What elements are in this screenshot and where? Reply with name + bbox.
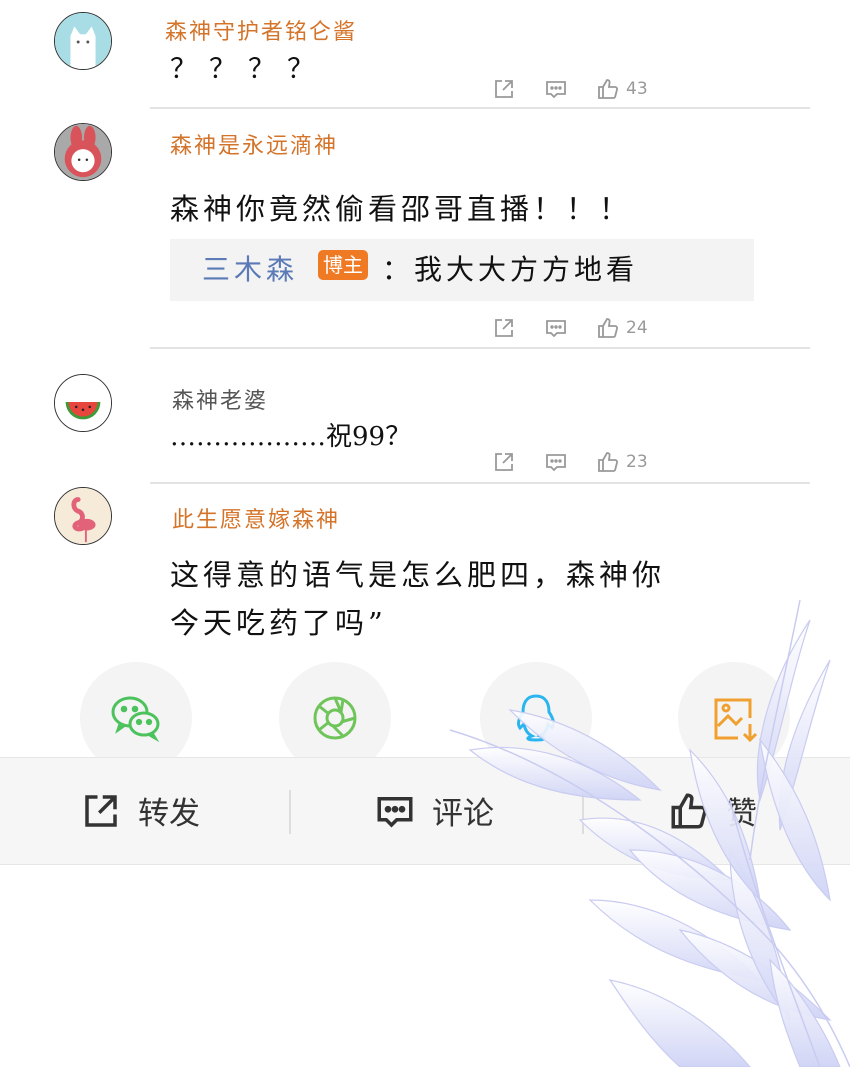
comment-icon — [377, 796, 413, 827]
comment-actions: 24 — [492, 316, 648, 340]
comment-text: 森神你竟然偷看邵哥直播！！！ — [170, 192, 633, 226]
save-image-icon — [714, 698, 758, 743]
watermelon-avatar-icon — [55, 375, 111, 431]
like-label: 赞 — [726, 796, 757, 832]
like-count: 24 — [626, 318, 648, 338]
comment-icon[interactable] — [544, 316, 568, 340]
avatar[interactable] — [54, 123, 112, 181]
like-count: 43 — [626, 79, 648, 99]
bunny-avatar-icon — [55, 124, 111, 180]
reply-text: ：我大大方方地看 — [382, 253, 639, 286]
like-icon[interactable] — [596, 316, 620, 340]
repost-icon[interactable] — [492, 77, 516, 101]
repost-icon[interactable] — [492, 450, 516, 474]
like-count: 23 — [626, 452, 648, 472]
comment-actions: 43 — [492, 77, 648, 101]
flamingo-avatar-icon — [55, 488, 111, 544]
repost-button[interactable]: 转发 — [80, 788, 200, 833]
comment-username[interactable]: 森神是永远滴神 — [170, 128, 338, 160]
repost-label: 转发 — [138, 796, 200, 832]
divider — [150, 347, 810, 349]
comment-label: 评论 — [432, 796, 494, 832]
comment-icon[interactable] — [544, 450, 568, 474]
like-icon — [671, 792, 707, 828]
comment-icon[interactable] — [544, 77, 568, 101]
comment-text: ？？？？ — [170, 54, 326, 85]
avatar[interactable] — [54, 374, 112, 432]
comment-button[interactable]: 评论 — [374, 788, 494, 833]
comment-text: ………………祝99？ — [170, 422, 412, 452]
divider — [150, 482, 810, 484]
like-icon[interactable] — [596, 450, 620, 474]
divider — [150, 107, 810, 109]
comment-text-line: 今天吃药了吗” — [170, 606, 387, 640]
comment-text-line: 这得意的语气是怎么肥四，森神你 — [170, 558, 666, 592]
comment-username[interactable]: 森神守护者铭仑酱 — [165, 14, 357, 46]
comment-username[interactable]: 此生愿意嫁森神 — [172, 502, 340, 534]
bottom-action-bar: 转发 评论 赞 — [0, 757, 850, 865]
author-badge: 博主 — [318, 250, 368, 280]
cat-avatar-icon — [55, 13, 111, 69]
avatar[interactable] — [54, 487, 112, 545]
comment-username[interactable]: 森神老婆 — [172, 383, 268, 415]
repost-icon[interactable] — [492, 316, 516, 340]
divider — [289, 790, 291, 834]
wechat-icon — [111, 696, 160, 743]
like-button[interactable]: 赞 — [668, 788, 757, 833]
repost-icon — [85, 794, 117, 827]
divider — [582, 790, 584, 834]
avatar[interactable] — [54, 12, 112, 70]
qq-icon — [517, 694, 555, 742]
moments-icon — [313, 696, 357, 740]
reply-username[interactable]: 三木森 — [202, 248, 298, 288]
comment-actions: 23 — [492, 450, 648, 474]
like-icon[interactable] — [596, 77, 620, 101]
